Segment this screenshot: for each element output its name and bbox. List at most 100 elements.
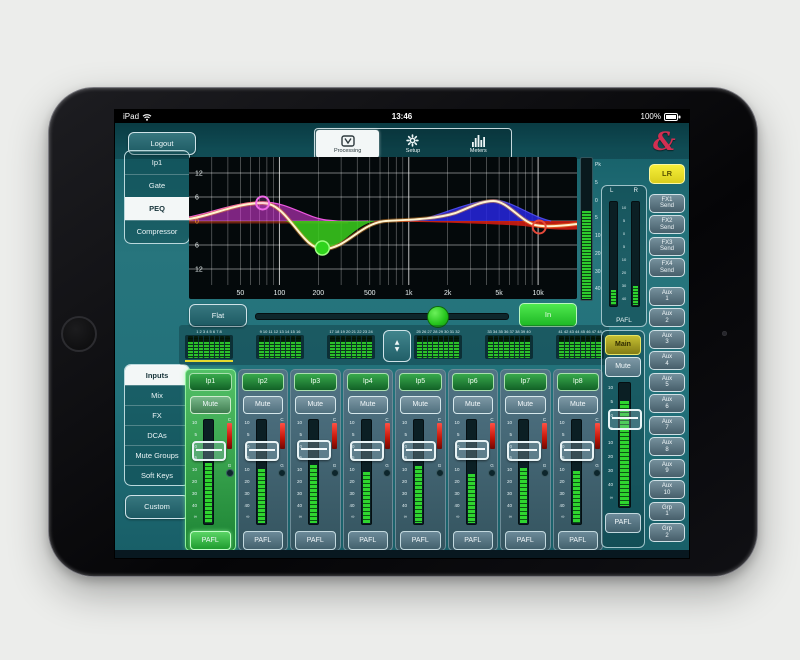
channel-name-button[interactable]: Ip5 [399, 373, 442, 391]
fader-zone: 10 5 0 5 10 20 30 40 ∞ C G [344, 417, 393, 525]
custom-button[interactable]: Custom [125, 495, 189, 519]
fader-handle[interactable] [507, 441, 541, 461]
meter-bank-scroll-button[interactable]: ▲ ▼ [383, 330, 411, 362]
mix-select-button[interactable]: LR [649, 164, 685, 184]
meter-bridge-group[interactable]: 9 10 11 12 13 14 15 16 [256, 329, 304, 362]
pafl-button[interactable]: PAFL [243, 531, 284, 550]
pafl-button[interactable]: PAFL [400, 531, 441, 550]
mix-select-button[interactable]: Aux 10 [649, 480, 685, 499]
channel-name-button[interactable]: Ip8 [557, 373, 600, 391]
fader-handle[interactable] [560, 441, 594, 461]
pafl-button[interactable]: PAFL [453, 531, 494, 550]
channel-name-button[interactable]: Ip4 [347, 373, 390, 391]
channel-name-button[interactable]: Ip3 [294, 373, 337, 391]
fader-handle[interactable] [350, 441, 384, 461]
fader-track[interactable] [308, 419, 319, 525]
fader-track[interactable] [256, 419, 267, 525]
meter-bridge-group[interactable]: 25 26 27 28 29 30 31 32 [414, 329, 462, 362]
meter-bridge-left: 1 2 3 4 5 6 7 8 9 10 11 12 13 14 15 16 [185, 329, 375, 362]
tab-setup[interactable]: Setup [381, 130, 444, 158]
meter-bridge-group[interactable]: 33 34 35 36 37 38 39 40 [485, 329, 533, 362]
pafl-button[interactable]: PAFL [348, 531, 389, 550]
pafl-button[interactable]: PAFL [558, 531, 599, 550]
sidebar-item[interactable]: Mute Groups [125, 445, 189, 465]
sidebar-item[interactable]: Inputs [125, 365, 189, 385]
flat-button[interactable]: Flat [189, 304, 247, 327]
fader-handle[interactable] [297, 440, 331, 460]
main-fader-handle[interactable] [608, 409, 642, 430]
mix-select-button[interactable]: FX2 Send [649, 215, 685, 234]
tab-processing[interactable]: Processing [316, 130, 379, 158]
mix-select-button[interactable]: Grp 2 [649, 523, 685, 542]
sidebar-item[interactable]: Mix [125, 385, 189, 405]
channel-name-button[interactable]: Ip2 [242, 373, 285, 391]
mix-select-button[interactable]: Aux 1 [649, 287, 685, 306]
comp-meter [595, 423, 600, 449]
main-fader-track[interactable] [618, 382, 631, 508]
tab-meters[interactable]: Meters [447, 130, 510, 158]
mix-select-button[interactable]: Aux 2 [649, 308, 685, 327]
mute-button[interactable]: Mute [243, 396, 284, 414]
mix-select-button[interactable]: Grp 1 [649, 502, 685, 521]
channel-name-button[interactable]: Ip1 [189, 373, 232, 391]
mix-select-button[interactable]: Aux 8 [649, 437, 685, 456]
bank-nav: InputsMixFXDCAsMute GroupsSoft Keys [124, 364, 190, 486]
mute-button[interactable]: Mute [505, 396, 546, 414]
fader-track[interactable] [466, 419, 477, 525]
sidebar-item[interactable]: PEQ [125, 197, 189, 220]
peq-in-button[interactable]: In [519, 303, 577, 327]
fader-handle[interactable] [192, 441, 226, 461]
sidebar-item[interactable]: DCAs [125, 425, 189, 445]
home-button[interactable] [61, 316, 97, 352]
mix-select-button[interactable]: FX3 Send [649, 237, 685, 256]
fader-track[interactable] [518, 419, 529, 525]
eq-band2-handle[interactable] [315, 241, 329, 255]
meter-bridge-group[interactable]: 41 42 43 44 45 46 47 48 [556, 329, 604, 362]
fader-track[interactable] [203, 419, 214, 525]
mix-select-button[interactable]: Aux 3 [649, 330, 685, 349]
mix-select-button[interactable]: FX1 Send [649, 194, 685, 213]
peq-graph[interactable]: 12 6 0 6 12 50 100 200 500 1k 2k [189, 157, 577, 299]
meter-bridge-group[interactable]: 17 18 19 20 21 22 23 24 [327, 329, 375, 362]
fader-handle[interactable] [455, 440, 489, 460]
mix-select-button[interactable]: Aux 5 [649, 373, 685, 392]
meter-bridge-group[interactable]: 1 2 3 4 5 6 7 8 [185, 329, 233, 362]
channel-name-button[interactable]: Ip7 [504, 373, 547, 391]
fader-track[interactable] [413, 419, 424, 525]
mute-button[interactable]: Mute [348, 396, 389, 414]
fader-track[interactable] [361, 419, 372, 525]
pafl-button[interactable]: PAFL [505, 531, 546, 550]
channel-meter [258, 469, 265, 523]
mute-button[interactable]: Mute [295, 396, 336, 414]
fader-handle[interactable] [245, 441, 279, 461]
comp-label: C [595, 417, 598, 422]
mix-select-button[interactable]: Aux 4 [649, 351, 685, 370]
main-select-button[interactable]: Main [605, 335, 641, 355]
dynamics-indicators: C G [488, 417, 497, 477]
sidebar-item[interactable]: Gate [125, 174, 189, 197]
channel-name-button[interactable]: Ip6 [452, 373, 495, 391]
pafl-button[interactable]: PAFL [295, 531, 336, 550]
mute-button[interactable]: Mute [400, 396, 441, 414]
sidebar-item[interactable]: FX [125, 405, 189, 425]
mute-button[interactable]: Mute [453, 396, 494, 414]
mute-button[interactable]: Mute [558, 396, 599, 414]
mix-button-line2: 6 [665, 404, 668, 411]
main-pafl-button[interactable]: PAFL [605, 513, 641, 533]
main-mute-button[interactable]: Mute [605, 357, 641, 377]
eq-band1-handle[interactable] [256, 197, 269, 210]
fader-track[interactable] [571, 419, 582, 525]
fader-handle[interactable] [402, 441, 436, 461]
mix-select-button[interactable]: Aux 7 [649, 416, 685, 435]
sidebar-item[interactable]: Compressor [125, 220, 189, 243]
gain-slider[interactable] [255, 313, 509, 320]
mix-select-button[interactable]: Aux 6 [649, 394, 685, 413]
svg-text:0: 0 [195, 218, 199, 225]
mute-button[interactable]: Mute [190, 396, 231, 414]
mix-select-button[interactable]: Aux 9 [649, 459, 685, 478]
sidebar-item[interactable]: Soft Keys [125, 465, 189, 485]
pafl-button[interactable]: PAFL [190, 531, 231, 550]
svg-text:10k: 10k [532, 290, 544, 297]
sidebar-item[interactable]: Ip1 [125, 151, 189, 174]
mix-select-button[interactable]: FX4 Send [649, 258, 685, 277]
